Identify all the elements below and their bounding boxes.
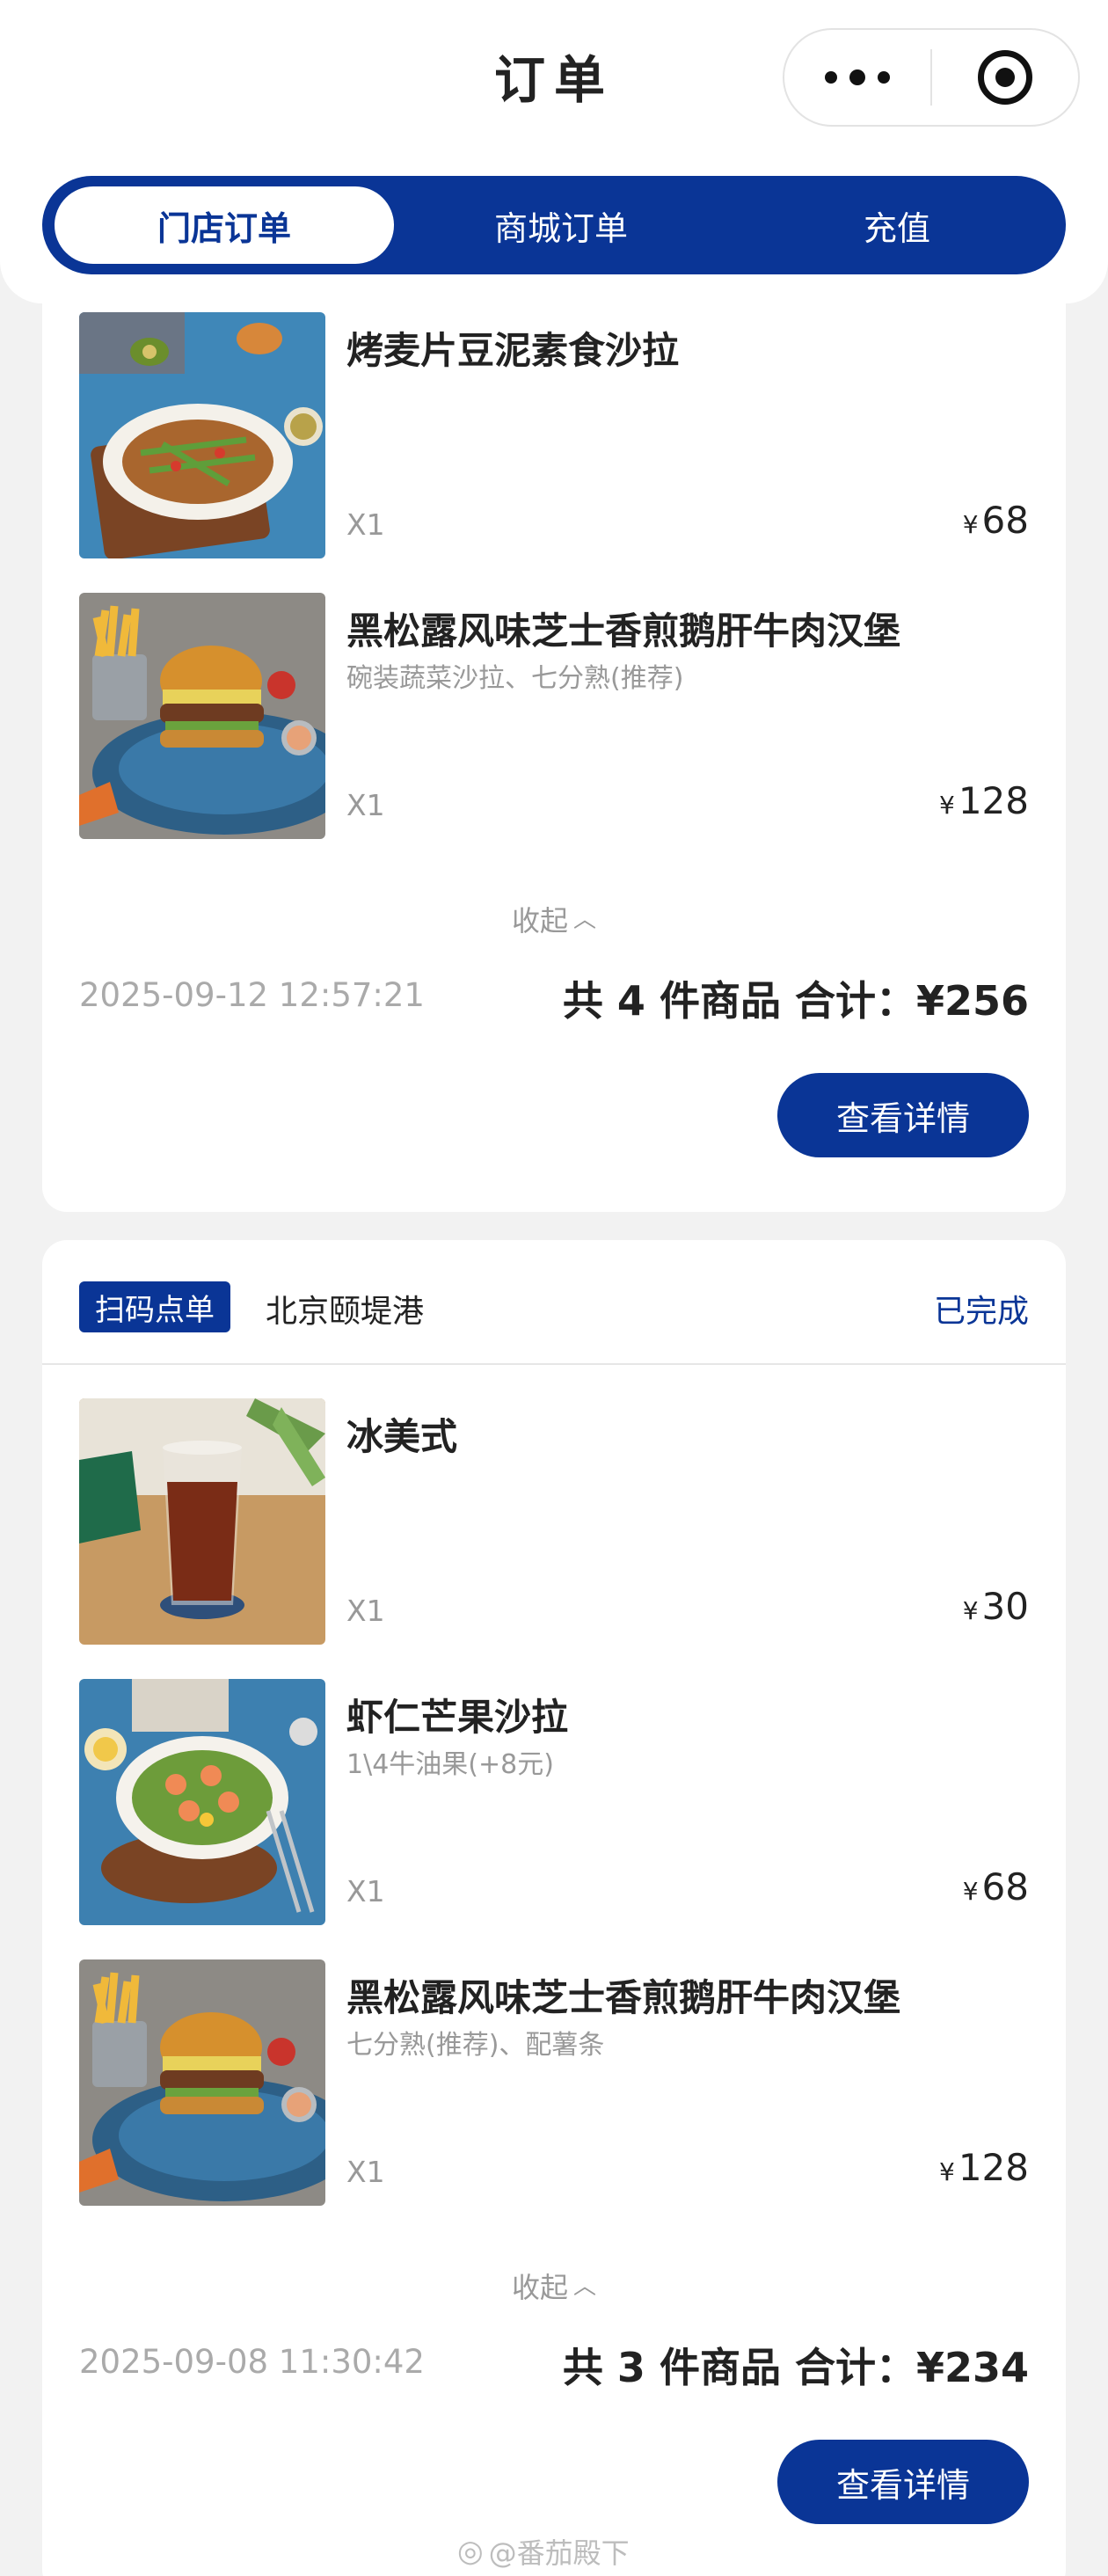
salad-image xyxy=(79,312,325,558)
price-value: 128 xyxy=(958,2146,1029,2189)
price-value: 68 xyxy=(981,1865,1029,1908)
page-header: 订单 门店订单 商城订单 充值 xyxy=(0,0,1108,303)
collapse-toggle[interactable]: 收起 ︿ xyxy=(42,899,1066,939)
currency-symbol: ¥ xyxy=(939,791,955,820)
item-price: ¥68 xyxy=(963,1865,1029,1908)
close-target-icon[interactable] xyxy=(932,30,1078,125)
item-name: 虾仁芒果沙拉 xyxy=(346,1696,569,1739)
item-spec: 1\4牛油果(+8元) xyxy=(346,1749,554,1780)
order-item[interactable]: 黑松露风味芝士香煎鹅肝牛肉汉堡 七分熟(推荐)、配薯条 X1 ¥128 xyxy=(42,1959,1066,2206)
item-name: 冰美式 xyxy=(346,1415,458,1458)
watermark: ◎ @番茄殿下 xyxy=(457,2531,630,2572)
price-value: 128 xyxy=(958,779,1029,822)
item-quantity: X1 xyxy=(346,1594,385,1628)
tab-mall-orders[interactable]: 商城订单 xyxy=(394,176,728,274)
order-summary: 共 3 件商品 合计：¥234 xyxy=(562,2344,1029,2391)
order-summary: 共 4 件商品 合计：¥256 xyxy=(562,977,1029,1025)
price-value: 30 xyxy=(981,1585,1029,1628)
order-item[interactable]: 黑松露风味芝士香煎鹅肝牛肉汉堡 碗装蔬菜沙拉、七分熟(推荐) X1 ¥128 xyxy=(42,593,1066,839)
store-name: 北京颐堤港 xyxy=(266,1294,425,1330)
item-quantity: X1 xyxy=(346,507,385,542)
item-spec: 碗装蔬菜沙拉、七分熟(推荐) xyxy=(346,663,684,694)
collapse-label: 收起 xyxy=(511,2271,568,2304)
order-time: 2025-09-12 12:57:21 xyxy=(79,976,425,1014)
chevron-up-icon: ︿ xyxy=(573,907,597,933)
view-details-button[interactable]: 查看详情 xyxy=(777,1073,1029,1157)
burger-image xyxy=(79,1959,325,2206)
currency-symbol: ¥ xyxy=(962,510,979,539)
miniprogram-capsule xyxy=(783,28,1080,127)
order-status: 已完成 xyxy=(933,1294,1029,1330)
order-time: 2025-09-08 11:30:42 xyxy=(79,2343,425,2381)
currency-symbol: ¥ xyxy=(962,1596,979,1625)
item-name: 烤麦片豆泥素食沙拉 xyxy=(346,329,680,372)
currency-symbol: ¥ xyxy=(962,1877,979,1906)
item-price: ¥68 xyxy=(963,499,1029,542)
item-price: ¥128 xyxy=(939,2146,1029,2189)
collapse-toggle[interactable]: 收起 ︿ xyxy=(42,2266,1066,2306)
order-tabs: 门店订单 商城订单 充值 xyxy=(42,176,1066,274)
store-header: 扫码点单 北京颐堤港 已完成 xyxy=(42,1240,1066,1365)
item-name: 黑松露风味芝士香煎鹅肝牛肉汉堡 xyxy=(346,1976,901,2019)
shrimp-salad-image xyxy=(79,1679,325,1925)
item-price: ¥128 xyxy=(939,779,1029,822)
order-card: 扫码点单 北京颐堤港 已完成 冰美式 X1 ¥30 虾仁芒果沙拉 1\4牛油果(… xyxy=(42,1240,1066,2576)
item-spec: 七分熟(推荐)、配薯条 xyxy=(346,2030,605,2061)
order-type-badge: 扫码点单 xyxy=(79,1281,230,1332)
price-value: 68 xyxy=(981,499,1029,542)
item-price: ¥30 xyxy=(963,1585,1029,1628)
more-icon[interactable] xyxy=(784,30,930,125)
view-details-button[interactable]: 查看详情 xyxy=(777,2440,1029,2524)
order-item[interactable]: 烤麦片豆泥素食沙拉 X1 ¥68 xyxy=(42,312,1066,558)
order-item[interactable]: 虾仁芒果沙拉 1\4牛油果(+8元) X1 ¥68 xyxy=(42,1679,1066,1925)
item-quantity: X1 xyxy=(346,2155,385,2189)
burger-image xyxy=(79,593,325,839)
currency-symbol: ¥ xyxy=(939,2157,955,2186)
order-item[interactable]: 冰美式 X1 ¥30 xyxy=(42,1398,1066,1645)
iced-americano-image xyxy=(79,1398,325,1645)
item-quantity: X1 xyxy=(346,788,385,822)
tab-store-orders[interactable]: 门店订单 xyxy=(55,186,394,264)
chevron-up-icon: ︿ xyxy=(573,2273,597,2300)
watermark-text: @番茄殿下 xyxy=(488,2536,630,2570)
collapse-label: 收起 xyxy=(511,904,568,938)
item-quantity: X1 xyxy=(346,1874,385,1908)
tab-recharge[interactable]: 充值 xyxy=(728,176,1066,274)
item-name: 黑松露风味芝士香煎鹅肝牛肉汉堡 xyxy=(346,609,901,653)
weibo-icon: ◎ xyxy=(457,2534,484,2569)
order-card: 烤麦片豆泥素食沙拉 X1 ¥68 黑松露风味芝士香煎鹅肝牛肉汉堡 碗装蔬菜沙拉、… xyxy=(42,229,1066,1212)
